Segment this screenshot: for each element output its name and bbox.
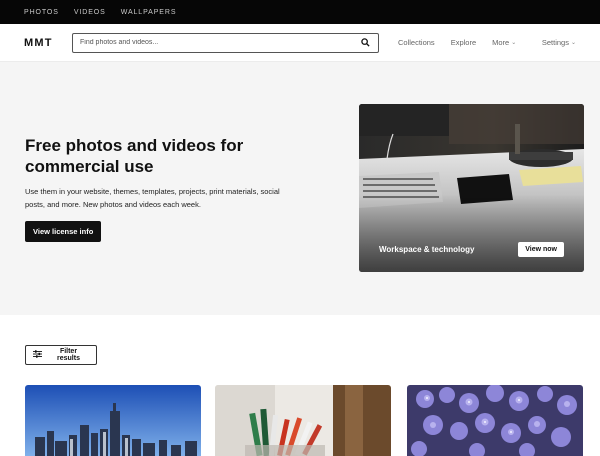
nav-collections[interactable]: Collections [398,38,435,47]
nav-more[interactable]: More ⌄ [492,38,516,47]
view-now-button[interactable]: View now [518,242,564,257]
view-license-button[interactable]: View license info [25,221,102,242]
hero-title-line2: commercial use [25,157,154,176]
nav-more-label: More [492,38,510,47]
hero-text: Free photos and videos for commercial us… [25,135,285,242]
filter-row: Filter results [25,345,97,365]
sliders-icon [33,350,42,360]
photo-thumbnail-desk[interactable] [215,385,391,456]
photo-thumbnail-city[interactable] [25,385,201,456]
search-icon[interactable] [360,38,370,48]
search-bar[interactable] [72,32,379,53]
top-strip: PHOTOS VIDEOS WALLPAPERS [0,0,600,24]
photo-thumbnail-flowers[interactable] [407,385,583,456]
search-input[interactable] [80,39,360,46]
topbar-link-photos[interactable]: PHOTOS [24,9,59,16]
nav-settings[interactable]: Settings ⌄ [542,38,576,47]
filter-results-label: Filter results [57,348,80,362]
filter-results-button[interactable]: Filter results [25,345,97,365]
topbar-link-videos[interactable]: VIDEOS [74,9,106,16]
logo[interactable]: MMT [24,37,72,49]
card-caption: Workspace & technology [379,245,475,254]
header: MMT Collections Explore More⌄ Settings⌄ [0,24,600,62]
city-skyline-icon [25,385,201,456]
nav-settings-label: Settings [541,38,569,47]
hero-title-line1: Free photos and videos for [25,136,244,155]
hero-section: Free photos and videos for commercial us… [0,62,600,315]
hero-title: Free photos and videos for commercial us… [25,135,285,177]
main-nav: Collections Explore More ⌄ Settings ⌄ [398,38,576,47]
desk-supplies-icon [215,385,391,456]
nav-explore[interactable]: Explore [451,38,476,47]
hero-subtitle: Use them in your website, themes, templa… [25,187,280,209]
purple-flowers-icon [407,385,583,456]
featured-collection-card[interactable]: Workspace & technology View now [359,104,584,272]
chevron-down-icon: ⌄ [570,40,576,46]
chevron-down-icon: ⌄ [511,40,517,46]
topbar-link-wallpapers[interactable]: WALLPAPERS [121,9,177,16]
